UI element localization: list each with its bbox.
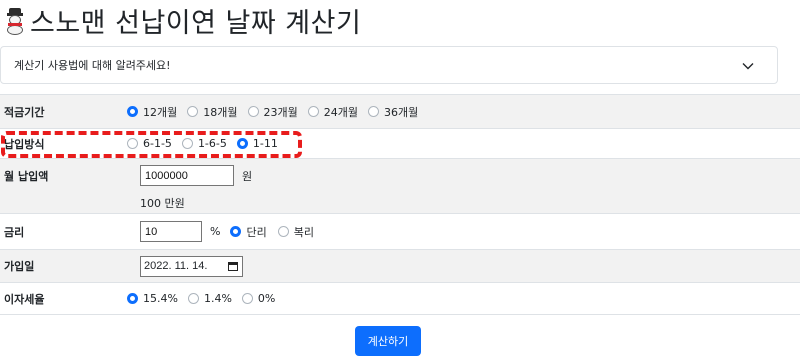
snowman-icon: [4, 5, 26, 35]
period-radio-group: 12개월 18개월 23개월 24개월 36개월: [122, 95, 800, 128]
join-date-value: 2022. 11. 14.: [144, 260, 208, 272]
monthly-unit: 원: [242, 169, 253, 183]
period-label: 적금기간: [4, 105, 45, 119]
radio-icon: [247, 106, 259, 117]
radio-icon: [127, 138, 138, 149]
period-option-36[interactable]: 36개월: [368, 104, 418, 120]
calculator-form: 적금기간 12개월 18개월 23개월 24개월 36개월 납입방식 6-1-5…: [0, 94, 800, 315]
radio-icon: [277, 226, 289, 237]
row-join-date: 가입일 2022. 11. 14.: [0, 249, 800, 283]
method-label: 납입방식: [4, 137, 45, 151]
method-option-1-11[interactable]: 1-11: [236, 137, 278, 150]
radio-checked-icon: [127, 106, 138, 117]
rate-option-simple[interactable]: 단리: [230, 224, 267, 240]
period-option-23[interactable]: 23개월: [247, 104, 298, 120]
radio-checked-icon: [127, 293, 138, 304]
calculate-button[interactable]: 계산하기: [355, 326, 421, 356]
radio-checked-icon: [236, 138, 248, 149]
tax-radio-group: 15.4% 1.4% 0%: [122, 283, 800, 314]
monthly-label: 월 납입액: [4, 170, 49, 183]
tax-option-0[interactable]: 0%: [241, 292, 275, 305]
row-method: 납입방식 6-1-5 1-6-5 1-11: [0, 128, 800, 159]
join-date-input[interactable]: 2022. 11. 14.: [140, 255, 243, 277]
method-radio-group: 6-1-5 1-6-5 1-11: [122, 129, 800, 158]
row-rate: 금리 10 % 단리 복리: [0, 213, 800, 250]
chevron-down-icon: [742, 63, 754, 70]
radio-icon: [187, 106, 199, 117]
monthly-amount-helper: 100 만원: [140, 197, 185, 210]
radio-icon: [181, 138, 193, 149]
period-option-12[interactable]: 12개월: [127, 104, 177, 120]
period-option-24[interactable]: 24개월: [307, 104, 358, 120]
method-option-6-1-5[interactable]: 6-1-5: [127, 137, 172, 150]
tax-option-15-4[interactable]: 15.4%: [127, 292, 178, 305]
calendar-icon[interactable]: [228, 261, 238, 271]
rate-unit: %: [210, 225, 221, 238]
page-header: 스노맨 선납이연 날짜 계산기: [4, 2, 362, 39]
rate-input[interactable]: 10: [140, 221, 202, 242]
row-monthly: 월 납입액 1000000 원 100 만원: [0, 158, 800, 214]
radio-icon: [241, 293, 253, 304]
period-option-18[interactable]: 18개월: [187, 104, 238, 120]
tax-label: 이자세율: [4, 292, 45, 306]
method-option-1-6-5[interactable]: 1-6-5: [181, 137, 227, 150]
row-period: 적금기간 12개월 18개월 23개월 24개월 36개월: [0, 94, 800, 129]
radio-icon: [307, 106, 319, 117]
rate-option-compound[interactable]: 복리: [277, 224, 314, 240]
join-date-label: 가입일: [4, 260, 35, 273]
monthly-amount-input[interactable]: 1000000: [140, 165, 234, 186]
radio-icon: [187, 293, 199, 304]
radio-icon: [368, 106, 379, 117]
accordion-label: 계산기 사용법에 대해 알려주세요!: [14, 59, 171, 72]
page-title: 스노맨 선납이연 날짜 계산기: [30, 7, 362, 39]
tax-option-1-4[interactable]: 1.4%: [187, 292, 232, 305]
usage-accordion[interactable]: 계산기 사용법에 대해 알려주세요!: [0, 46, 778, 84]
row-tax: 이자세율 15.4% 1.4% 0%: [0, 282, 800, 315]
radio-checked-icon: [230, 226, 242, 237]
rate-label: 금리: [4, 225, 25, 239]
